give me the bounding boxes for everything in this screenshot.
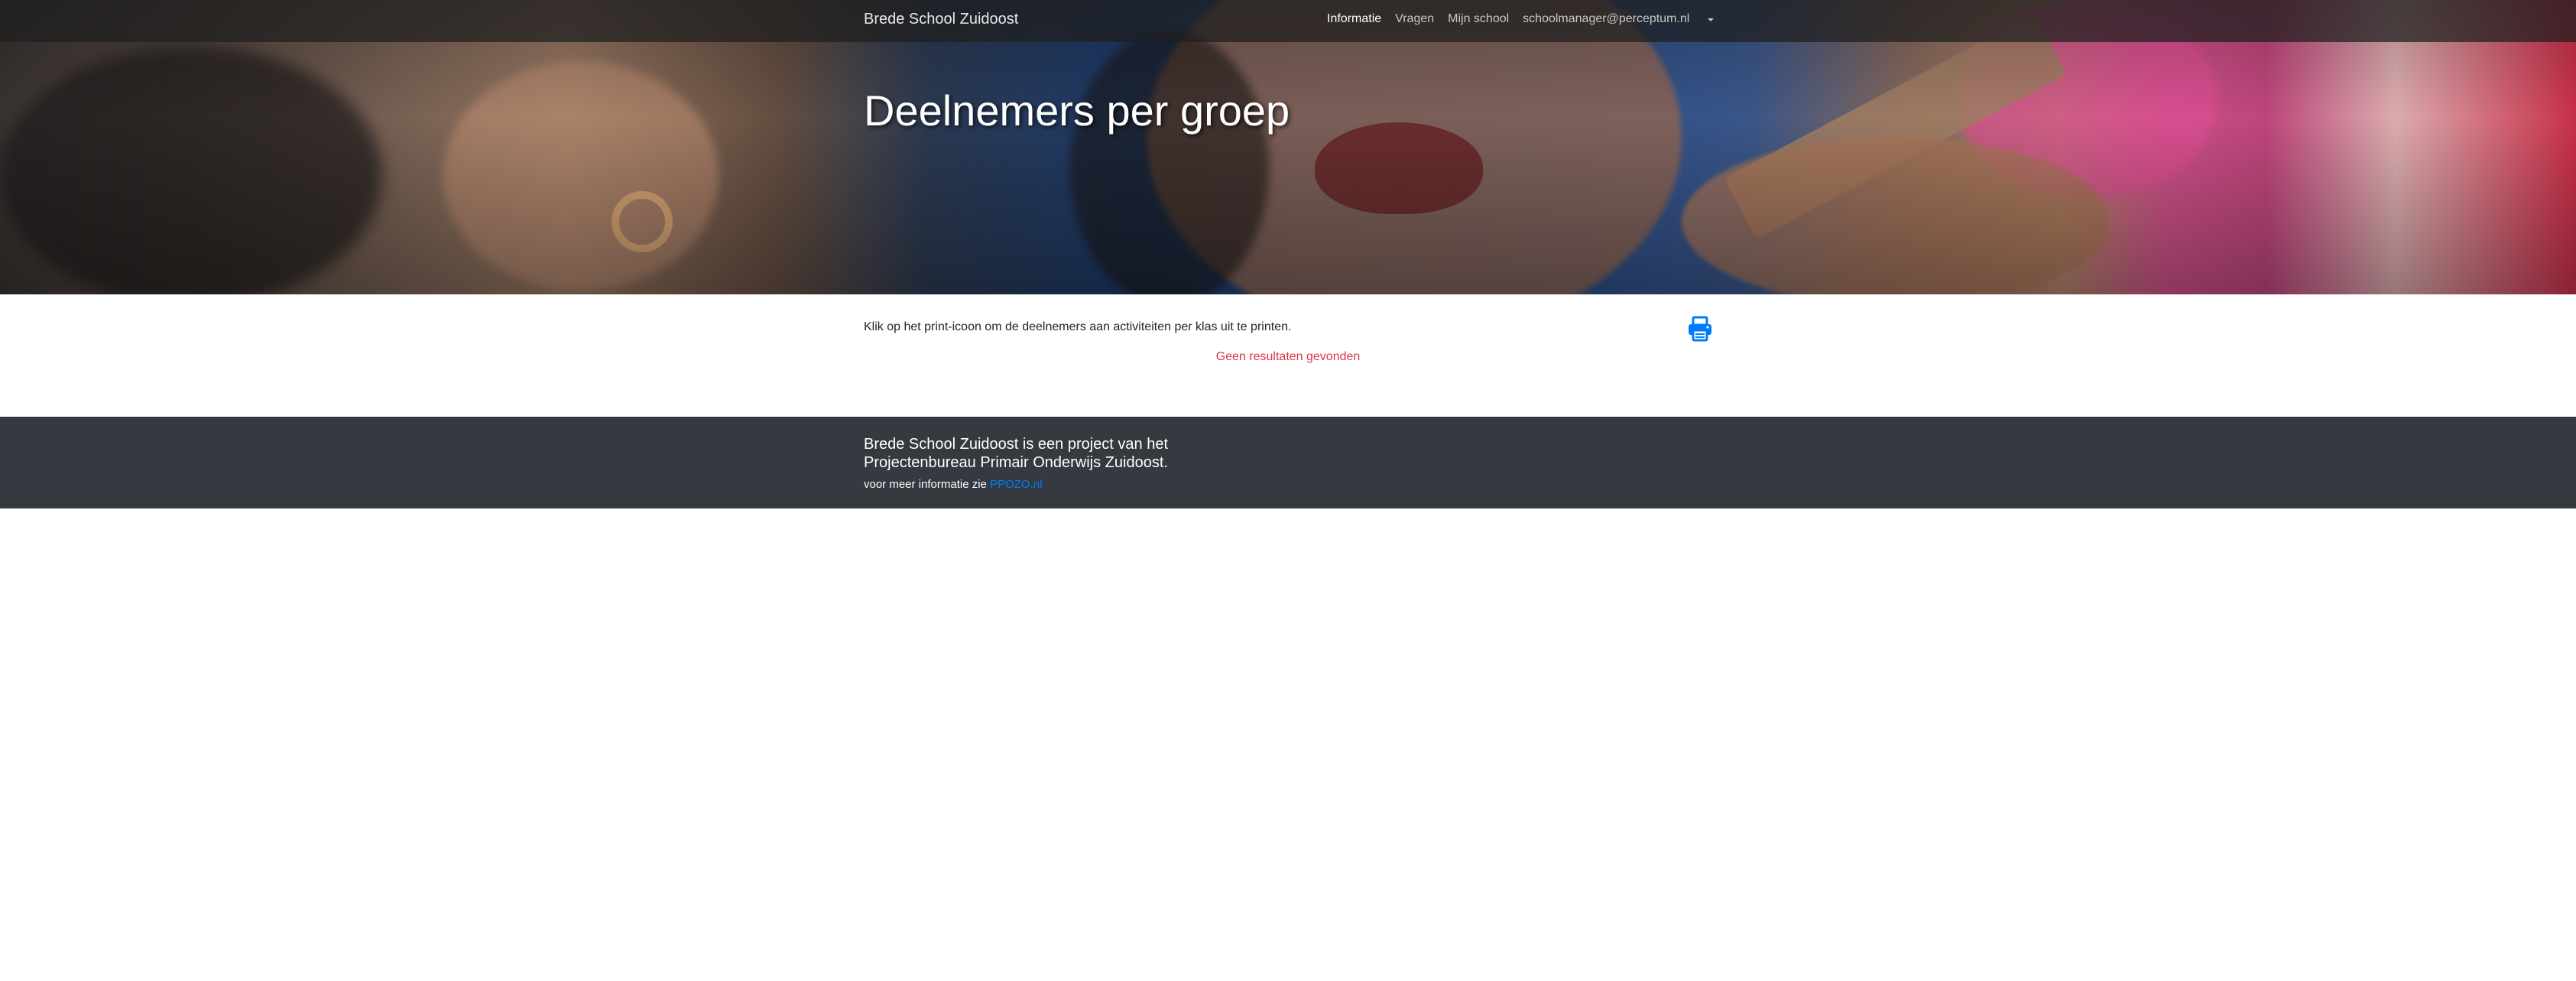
hero-overlay bbox=[0, 0, 2576, 294]
chevron-down-icon[interactable] bbox=[1708, 18, 1715, 21]
footer-ppozo-link[interactable]: PPOZO.nl bbox=[990, 478, 1042, 491]
navbar-brand[interactable]: Brede School Zuidoost bbox=[864, 11, 1018, 28]
print-button[interactable] bbox=[1687, 316, 1713, 342]
page-title: Deelnemers per groep bbox=[864, 86, 1290, 135]
footer-more-prefix: voor meer informatie zie bbox=[864, 478, 987, 491]
nav-item-informatie[interactable]: Informatie bbox=[1327, 12, 1381, 26]
nav-item-vragen[interactable]: Vragen bbox=[1395, 12, 1434, 26]
intro-text: Klik op het print-icoon om de deelnemers… bbox=[864, 320, 1292, 333]
footer-content: Brede School Zuidoost is een project van… bbox=[864, 435, 1215, 491]
footer: Brede School Zuidoost is een project van… bbox=[0, 417, 2576, 508]
top-navbar: Brede School Zuidoost Informatie Vragen … bbox=[0, 0, 2576, 42]
print-icon bbox=[1689, 316, 1711, 342]
nav-item-mijn-school[interactable]: Mijn school bbox=[1448, 12, 1509, 26]
nav-links: Informatie Vragen Mijn school schoolmana… bbox=[1327, 12, 1715, 26]
footer-title: Brede School Zuidoost is een project van… bbox=[864, 436, 1169, 471]
nav-item-user-account[interactable]: schoolmanager@perceptum.nl bbox=[1523, 12, 1689, 26]
no-results-message: Geen resultaten gevonden bbox=[1215, 350, 1361, 363]
footer-more-info: voor meer informatie zie PPOZO.nl bbox=[864, 478, 1215, 491]
hero-banner: Brede School Zuidoost Informatie Vragen … bbox=[0, 0, 2576, 294]
main-content: Klik op het print-icoon om de deelnemers… bbox=[864, 294, 1712, 417]
